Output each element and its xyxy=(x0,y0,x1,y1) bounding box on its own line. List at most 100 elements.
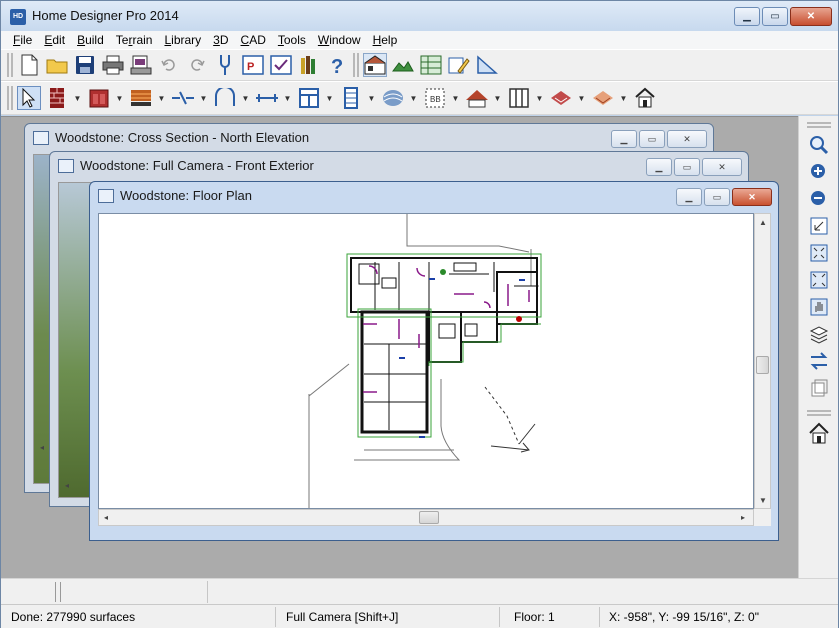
roof-tools-icon[interactable] xyxy=(465,86,489,110)
paint-icon[interactable] xyxy=(591,86,615,110)
cross-section-minimize-button[interactable]: ▁ xyxy=(611,130,637,148)
reference-floor-icon[interactable] xyxy=(807,377,831,399)
scroll-left-arrow-icon[interactable]: ◂ xyxy=(104,513,108,522)
zoom-icon[interactable] xyxy=(807,134,831,156)
print-icon[interactable] xyxy=(101,53,125,77)
menu-3d[interactable]: 3D xyxy=(207,31,234,49)
open-folder-icon[interactable] xyxy=(45,53,69,77)
home-view-icon[interactable] xyxy=(633,86,657,110)
home-3d-icon[interactable] xyxy=(807,422,831,444)
cross-section-icon[interactable] xyxy=(419,53,443,77)
room-tools-dropdown-icon[interactable]: ▼ xyxy=(451,94,460,103)
full-camera-close-button[interactable]: ✕ xyxy=(702,158,742,176)
scroll-right-arrow-icon[interactable]: ▸ xyxy=(741,513,745,522)
toolbar-grip[interactable] xyxy=(7,86,13,110)
roof-tools-dropdown-icon[interactable]: ▼ xyxy=(493,94,502,103)
pan-hand-icon[interactable] xyxy=(807,296,831,318)
wall-tools-dropdown-icon[interactable]: ▼ xyxy=(73,94,82,103)
menu-window[interactable]: Window xyxy=(312,31,367,49)
cabinet-tools-dropdown-icon[interactable]: ▼ xyxy=(115,94,124,103)
framing-dropdown-icon[interactable]: ▼ xyxy=(325,94,334,103)
wall-tools-icon[interactable] xyxy=(45,86,69,110)
railing-icon[interactable] xyxy=(507,86,531,110)
terrain-tools-dropdown-icon[interactable]: ▼ xyxy=(409,94,418,103)
room-tools-icon[interactable]: BB xyxy=(423,86,447,110)
menu-file[interactable]: File xyxy=(7,31,38,49)
floor-roof-dropdown-icon[interactable]: ▼ xyxy=(157,94,166,103)
stairs-dropdown-icon[interactable]: ▼ xyxy=(367,94,376,103)
menu-tools[interactable]: Tools xyxy=(272,31,312,49)
floor-plan-vertical-scrollbar[interactable]: ▲ ▼ xyxy=(754,213,771,509)
floor-up-down-icon[interactable] xyxy=(807,350,831,372)
material-dropdown-icon[interactable]: ▼ xyxy=(577,94,586,103)
scroll-left-arrow-icon[interactable]: ◂ xyxy=(40,443,44,452)
redo-icon[interactable] xyxy=(185,53,209,77)
cross-section-close-button[interactable]: ✕ xyxy=(667,130,707,148)
plan-edit-icon[interactable] xyxy=(447,53,471,77)
undo-zoom-icon[interactable] xyxy=(807,215,831,237)
door-tools-dropdown-icon[interactable]: ▼ xyxy=(241,94,250,103)
maximize-button[interactable]: ▭ xyxy=(762,7,788,26)
horizontal-scroll-thumb[interactable] xyxy=(419,511,439,524)
stairs-icon[interactable] xyxy=(339,86,363,110)
cross-section-maximize-button[interactable]: ▭ xyxy=(639,130,665,148)
minimize-button[interactable]: ▁ xyxy=(734,7,760,26)
electrical-dropdown-icon[interactable]: ▼ xyxy=(199,94,208,103)
menu-edit[interactable]: Edit xyxy=(38,31,71,49)
checklist-icon[interactable] xyxy=(269,53,293,77)
close-button[interactable]: ✕ xyxy=(790,7,832,26)
save-icon[interactable] xyxy=(73,53,97,77)
floor-plan-close-button[interactable]: ✕ xyxy=(732,188,772,206)
panel-grip[interactable] xyxy=(55,582,61,602)
paint-dropdown-icon[interactable]: ▼ xyxy=(619,94,628,103)
library-books-icon[interactable] xyxy=(297,53,321,77)
print-preview-icon[interactable] xyxy=(129,53,153,77)
toolbar-grip[interactable] xyxy=(7,53,13,77)
railing-dropdown-icon[interactable]: ▼ xyxy=(535,94,544,103)
menu-terrain[interactable]: Terrain xyxy=(110,31,159,49)
select-objects-icon[interactable] xyxy=(17,86,41,110)
resize-grip[interactable] xyxy=(754,509,771,526)
material-icon[interactable] xyxy=(549,86,573,110)
floor-plan-minimize-button[interactable]: ▁ xyxy=(676,188,702,206)
toolbar-grip[interactable] xyxy=(806,122,831,128)
menu-build[interactable]: Build xyxy=(71,31,110,49)
fill-building-icon[interactable] xyxy=(807,269,831,291)
default-settings-icon[interactable] xyxy=(213,53,237,77)
terrain-tools-icon[interactable] xyxy=(381,86,405,110)
new-file-icon[interactable] xyxy=(17,53,41,77)
vertical-scroll-thumb[interactable] xyxy=(756,356,769,374)
scroll-left-arrow-icon[interactable]: ◂ xyxy=(65,481,69,490)
door-tools-icon[interactable] xyxy=(213,86,237,110)
help-icon[interactable]: ? xyxy=(325,53,349,77)
cross-section-window-title: Woodstone: Cross Section - North Elevati… xyxy=(55,130,310,145)
menu-help[interactable]: Help xyxy=(367,31,404,49)
floor-roof-icon[interactable] xyxy=(129,86,153,110)
menu-cad[interactable]: CAD xyxy=(235,31,272,49)
floor-plan-window[interactable]: Woodstone: Floor Plan ▁ ▭ ✕ ▲ ▼ ◂ ▸ xyxy=(89,181,779,541)
scroll-down-arrow-icon[interactable]: ▼ xyxy=(759,496,767,505)
zoom-out-icon[interactable] xyxy=(807,188,831,210)
floor-plan-maximize-button[interactable]: ▭ xyxy=(704,188,730,206)
fill-window-icon[interactable] xyxy=(807,242,831,264)
floor-plan-horizontal-scrollbar[interactable]: ◂ ▸ xyxy=(98,509,754,526)
floor-plan-canvas[interactable] xyxy=(98,213,754,509)
preferences-icon[interactable]: P xyxy=(241,53,265,77)
undo-icon[interactable] xyxy=(157,53,181,77)
electrical-icon[interactable] xyxy=(171,86,195,110)
cabinet-tools-icon[interactable] xyxy=(87,86,111,110)
scroll-up-arrow-icon[interactable]: ▲ xyxy=(759,218,767,227)
floor-plan-view-icon[interactable] xyxy=(363,53,387,77)
full-camera-maximize-button[interactable]: ▭ xyxy=(674,158,700,176)
terrain-view-icon[interactable] xyxy=(391,53,415,77)
toolbar-grip[interactable] xyxy=(806,410,831,416)
window-tools-dropdown-icon[interactable]: ▼ xyxy=(283,94,292,103)
full-camera-minimize-button[interactable]: ▁ xyxy=(646,158,672,176)
zoom-in-icon[interactable] xyxy=(807,161,831,183)
layers-icon[interactable] xyxy=(807,323,831,345)
toolbar-grip[interactable] xyxy=(353,53,359,77)
menu-library[interactable]: Library xyxy=(158,31,207,49)
layout-triangle-icon[interactable] xyxy=(475,53,499,77)
window-tools-icon[interactable] xyxy=(255,86,279,110)
framing-icon[interactable] xyxy=(297,86,321,110)
